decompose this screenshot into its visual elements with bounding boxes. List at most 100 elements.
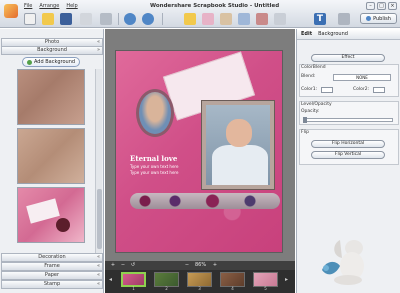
- menu-help[interactable]: Help: [66, 3, 77, 9]
- window-title: Wondershare Scrapbook Studio - Untitled: [150, 3, 280, 9]
- chocolate-image: [56, 218, 70, 232]
- decoration-section-bar[interactable]: Decoration «: [1, 253, 103, 262]
- redo-icon[interactable]: [142, 13, 154, 25]
- workspace: Eternal love Type your own text here Typ…: [105, 29, 295, 293]
- close-icon[interactable]: ×: [388, 2, 397, 10]
- toolbar-separator: [118, 13, 119, 25]
- background-thumbnail[interactable]: [17, 187, 85, 243]
- opacity-label: Opacity:: [301, 109, 320, 114]
- photo-person: [212, 145, 268, 185]
- scrapbook-canvas[interactable]: Eternal love Type your own text here Typ…: [115, 50, 283, 253]
- scrollbar-thumb[interactable]: [97, 189, 102, 249]
- oval-photo-frame[interactable]: [136, 89, 174, 137]
- page-thumbnail[interactable]: [253, 272, 278, 287]
- add-stamp-icon[interactable]: [256, 13, 268, 25]
- copy-icon[interactable]: [100, 13, 112, 25]
- chevron-down-icon: «: [96, 281, 100, 287]
- page-thumbnail[interactable]: [121, 272, 146, 287]
- scroll-right-icon[interactable]: ▸: [285, 276, 288, 283]
- page-thumbnail[interactable]: [220, 272, 245, 287]
- paper-section-bar[interactable]: Paper «: [1, 271, 103, 280]
- color1-swatch[interactable]: [321, 87, 333, 93]
- print-icon[interactable]: [80, 13, 92, 25]
- page-number: 5: [264, 286, 267, 291]
- add-background-button[interactable]: Add Background: [22, 57, 80, 67]
- text-tool-icon[interactable]: T: [314, 13, 326, 25]
- maximize-icon[interactable]: □: [377, 2, 386, 10]
- title-bar: File Arrange Help Wondershare Scrapbook …: [0, 0, 400, 28]
- zoom-out-icon[interactable]: −: [183, 261, 191, 270]
- left-panel: Photo « Background » Add Background Deco…: [0, 29, 104, 293]
- page-number: 4: [231, 286, 234, 291]
- main-photo-frame[interactable]: [202, 101, 274, 189]
- new-file-icon[interactable]: [24, 13, 36, 25]
- save-icon[interactable]: [60, 13, 72, 25]
- flip-vertical-button[interactable]: Flip Vertical: [311, 151, 385, 159]
- publish-button[interactable]: Publish: [360, 13, 397, 24]
- photo-face: [226, 119, 252, 147]
- cherub-decoration: [322, 240, 364, 285]
- decoration-bar-label: Decoration: [38, 254, 66, 260]
- background-section-bar[interactable]: Background »: [1, 46, 103, 55]
- add-frame-icon[interactable]: [220, 13, 232, 25]
- canvas-text-line[interactable]: Type your own text here: [130, 164, 178, 169]
- paper-bar-label: Paper: [44, 272, 60, 278]
- tab-background[interactable]: Background: [318, 31, 348, 37]
- zoom-bar: + − ↺ − 86% +: [105, 261, 295, 270]
- app-logo-icon: [4, 4, 18, 18]
- frame-section-bar[interactable]: Frame «: [1, 262, 103, 271]
- remove-page-icon[interactable]: −: [119, 261, 127, 270]
- scroll-left-icon[interactable]: ◂: [109, 276, 112, 283]
- flip-horizontal-button[interactable]: Flip Horizontal: [311, 140, 385, 148]
- page-thumbnail[interactable]: [154, 272, 179, 287]
- effect-label: Effect: [341, 55, 355, 60]
- envelope-image: [26, 198, 60, 224]
- chevron-down-icon: «: [96, 254, 100, 260]
- stamp-bar-label: Stamp: [43, 281, 61, 287]
- tab-edit[interactable]: Edit: [301, 31, 312, 37]
- plus-icon: [26, 59, 32, 65]
- page-number: 2: [165, 286, 168, 291]
- page-settings-icon[interactable]: ↺: [129, 261, 137, 270]
- blend-select[interactable]: NONE: [333, 74, 391, 81]
- color2-swatch[interactable]: [373, 87, 385, 93]
- frame-bar-label: Frame: [44, 263, 60, 269]
- colorblend-label: ColorBlend: [301, 65, 326, 70]
- add-photo-icon[interactable]: [184, 13, 196, 25]
- add-paper-icon[interactable]: [238, 13, 250, 25]
- opacity-slider[interactable]: [303, 117, 393, 123]
- page-number: 1: [132, 286, 135, 291]
- undo-icon[interactable]: [124, 13, 136, 25]
- canvas-title-text[interactable]: Eternal love: [130, 154, 177, 163]
- background-thumbnail[interactable]: [17, 128, 85, 184]
- background-bar-label: Background: [37, 47, 67, 53]
- chevron-down-icon: «: [96, 263, 100, 269]
- window-controls: – □ ×: [366, 2, 397, 10]
- page-thumbnail[interactable]: [187, 272, 212, 287]
- effect-button[interactable]: Effect: [311, 54, 385, 62]
- rose-decoration[interactable]: [130, 193, 280, 209]
- chevron-down-icon: «: [96, 39, 100, 45]
- open-folder-icon[interactable]: [42, 13, 54, 25]
- add-decoration-icon[interactable]: [202, 13, 214, 25]
- edit-tabs: Edit Background: [297, 29, 400, 40]
- preview-icon[interactable]: [338, 13, 350, 25]
- add-background-label: Add Background: [33, 59, 76, 65]
- zoom-in-icon[interactable]: +: [211, 261, 219, 270]
- level-opacity-label: Level/Opacity: [301, 102, 332, 107]
- canvas-text-line[interactable]: Type your own text here: [130, 170, 178, 175]
- chevron-up-icon: »: [96, 47, 100, 53]
- background-thumbnail[interactable]: [17, 69, 85, 125]
- stamp-section-bar[interactable]: Stamp «: [1, 280, 103, 289]
- flip-vertical-label: Flip Vertical: [334, 152, 362, 157]
- add-page-icon[interactable]: +: [109, 261, 117, 270]
- minimize-icon[interactable]: –: [366, 2, 375, 10]
- slider-handle[interactable]: [303, 117, 307, 123]
- menu-file[interactable]: File: [24, 3, 32, 9]
- menu-arrange[interactable]: Arrange: [39, 3, 59, 9]
- arrange-icon[interactable]: [274, 13, 286, 25]
- photo-bar-label: Photo: [44, 39, 60, 45]
- left-scrollbar[interactable]: [95, 69, 102, 275]
- color2-label: Color2:: [353, 87, 370, 92]
- zoom-level: 86%: [195, 262, 207, 268]
